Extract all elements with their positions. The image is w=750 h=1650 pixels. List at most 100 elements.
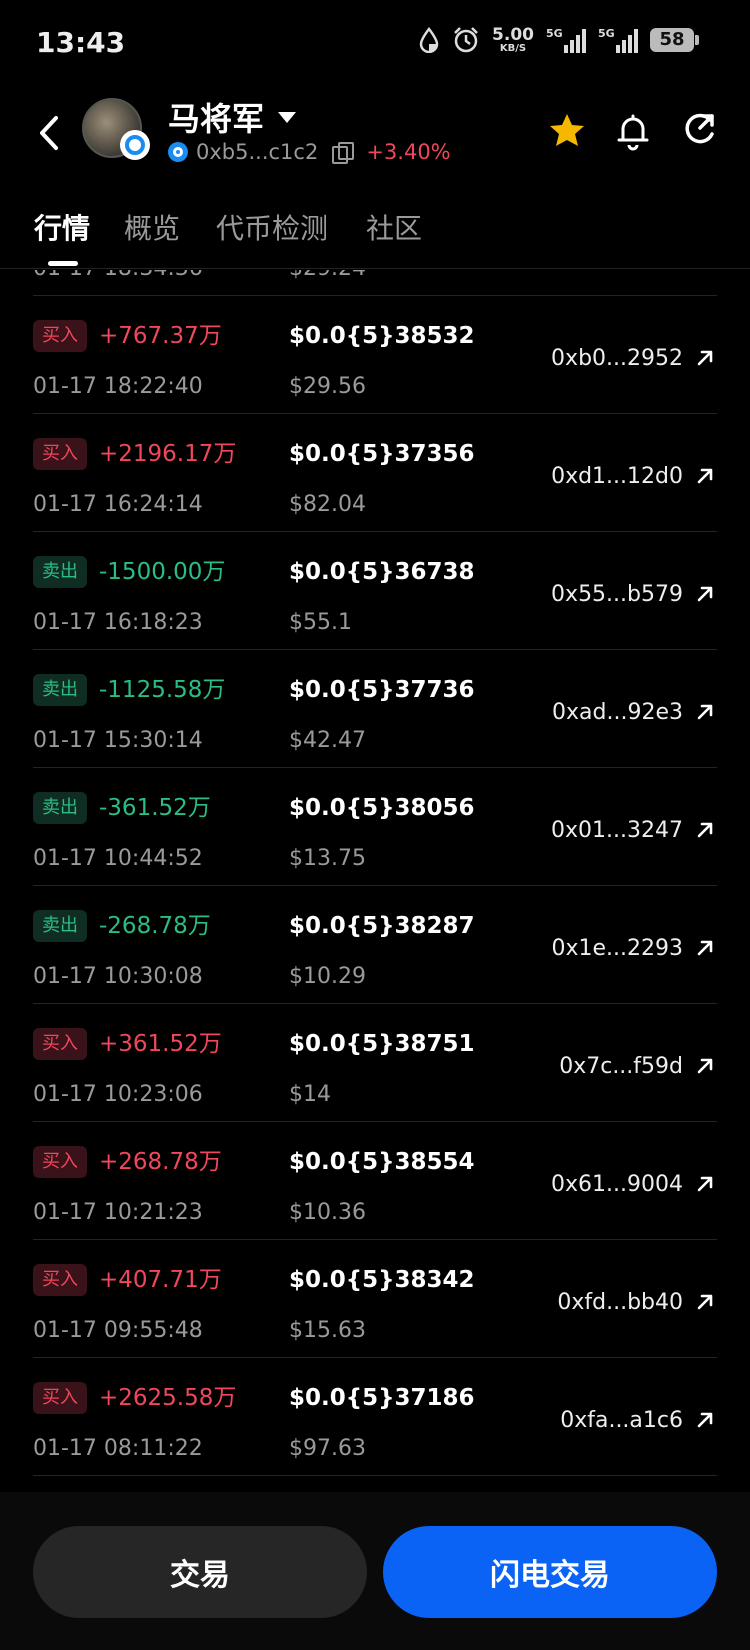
trade-time: 01-17 09:55:48 [33,1318,203,1343]
trade-price: $0.0{5}38751 [289,1031,475,1057]
token-name-selector[interactable]: 马将军 [168,94,297,140]
trader-wallet-link[interactable]: 0xb0...2952 [551,344,683,374]
trader-wallet-link[interactable]: 0x01...3247 [551,816,683,846]
share-icon[interactable] [676,108,722,154]
trade-usd: $10.29 [289,964,366,989]
tab-market[interactable]: 行情 [34,207,90,247]
external-link-icon[interactable] [693,1408,717,1432]
trade-type-badge: 买入 [33,1146,87,1178]
trades-list[interactable]: 01-17 18:34:36 $29.24 买入 +767.37万 $0.0{5}3… [0,270,750,1492]
trade-time: 01-17 10:21:23 [33,1200,203,1225]
table-row: 卖出 -361.52万 $0.0{5}38056 01-17 10:44:52 $13.… [33,768,717,886]
price-change: +3.40% [366,140,451,164]
data-saver-icon [419,27,439,53]
trade-time: 01-17 10:23:06 [33,1082,203,1107]
trade-time: 01-17 18:34:36 [33,270,203,281]
external-link-icon[interactable] [693,1172,717,1196]
table-row: 买入 +268.78万 $0.0{5}38554 01-17 10:21:23 $10.… [33,1122,717,1240]
table-row-partial: 01-17 18:34:36 $29.24 [33,270,717,296]
trade-time: 01-17 08:11:22 [33,1436,203,1461]
caret-down-icon[interactable] [278,111,297,123]
table-row: 买入 +767.37万 $0.0{5}38532 01-17 18:22:40 $29.… [33,296,717,414]
external-link-icon[interactable] [693,1290,717,1314]
trade-type-badge: 买入 [33,438,87,470]
token-name: 马将军 [168,100,265,138]
trade-time: 01-17 15:30:14 [33,728,203,753]
trade-amount: +407.71万 [99,1267,222,1293]
status-time: 13:43 [36,26,126,59]
trader-wallet-link[interactable]: 0xfa...a1c6 [560,1406,683,1436]
trade-time: 01-17 10:30:08 [33,964,203,989]
trade-usd: $14 [289,1082,331,1107]
alarm-icon [454,27,478,53]
trade-amount: +268.78万 [99,1149,222,1175]
tab-bar: 行情 概览 代币检测 社区 [0,195,750,269]
trade-price: $0.0{5}38554 [289,1149,475,1175]
bell-icon[interactable] [610,108,656,154]
external-link-icon[interactable] [693,582,717,606]
table-row: 买入 +407.71万 $0.0{5}38342 01-17 09:55:48 $15.… [33,1240,717,1358]
external-link-icon[interactable] [693,818,717,842]
sim1-label: 5G [546,27,563,40]
table-row: 卖出 -268.78万 $0.0{5}38287 01-17 10:30:08 $10.… [33,886,717,1004]
back-icon[interactable] [30,108,70,158]
trade-type-badge: 买入 [33,1264,87,1296]
table-row: 卖出 -1125.58万 $0.0{5}37736 01-17 15:30:14 $42… [33,650,717,768]
table-row: 买入 +2625.58万 $0.0{5}37186 01-17 08:11:22 $97… [33,1358,717,1476]
sim2-label: 5G [598,27,615,40]
trader-wallet-link[interactable]: 0x1e...2293 [551,934,683,964]
table-row: 买入 +361.52万 $0.0{5}38751 01-17 10:23:06 $14 0… [33,1004,717,1122]
trade-price: $0.0{5}36738 [289,559,475,585]
trade-amount: +2625.58万 [99,1385,237,1411]
table-row: 卖出 -1500.00万 $0.0{5}36738 01-17 16:18:23 $55… [33,532,717,650]
trader-wallet-link[interactable]: 0xad...92e3 [552,698,683,728]
signal-icon-sim1: 5G [546,27,586,53]
trade-usd: $10.36 [289,1200,366,1225]
trade-price: $0.0{5}37736 [289,677,475,703]
trade-time: 01-17 10:44:52 [33,846,203,871]
net-speed: 5.00 KB/S [492,24,534,54]
trade-usd: $55.1 [289,610,352,635]
trade-type-badge: 买入 [33,1028,87,1060]
trade-price: $0.0{5}38287 [289,913,475,939]
tab-community[interactable]: 社区 [366,207,422,247]
tab-indicator [48,261,78,266]
trader-wallet-link[interactable]: 0xfd...bb40 [557,1288,683,1318]
status-icons: 5.00 KB/S 5G 5G 58 [418,24,699,54]
trade-price: $0.0{5}38342 [289,1267,475,1293]
copy-icon[interactable] [332,142,355,164]
trader-wallet-link[interactable]: 0x7c...f59d [559,1052,683,1082]
external-link-icon[interactable] [693,346,717,370]
trade-usd: $15.63 [289,1318,366,1343]
trade-time: 01-17 16:24:14 [33,492,203,517]
trader-wallet-link[interactable]: 0xd1...12d0 [551,462,683,492]
star-icon[interactable] [544,108,590,154]
trade-usd: $82.04 [289,492,366,517]
net-speed-unit: KB/S [499,42,527,54]
trade-type-badge: 卖出 [33,674,87,706]
external-link-icon[interactable] [693,700,717,724]
net-speed-value: 5.00 [492,24,534,45]
trader-wallet-link[interactable]: 0x55...b579 [551,580,683,610]
chain-badge-icon [120,130,150,160]
signal-icon-sim2: 5G [598,27,638,53]
trade-price: $0.0{5}38532 [289,323,475,349]
trade-time: 01-17 16:18:23 [33,610,203,635]
external-link-icon[interactable] [693,464,717,488]
trade-usd: $29.24 [289,270,366,281]
trade-usd: $13.75 [289,846,366,871]
external-link-icon[interactable] [693,1054,717,1078]
token-header: 马将军 0xb5...c1c2 +3.40% [0,90,750,190]
tab-token-check[interactable]: 代币检测 [216,207,328,247]
trade-button[interactable]: 交易 [33,1526,367,1618]
tab-overview[interactable]: 概览 [124,207,180,247]
flash-trade-button[interactable]: 闪电交易 [383,1526,717,1618]
trader-wallet-link[interactable]: 0x61...9004 [551,1170,683,1200]
chain-icon [168,142,188,162]
external-link-icon[interactable] [693,936,717,960]
trade-usd: $97.63 [289,1436,366,1461]
trade-price: $0.0{5}37356 [289,441,475,467]
trade-amount: -268.78万 [99,913,211,939]
trade-price: $0.0{5}37186 [289,1385,475,1411]
trade-type-badge: 买入 [33,320,87,352]
